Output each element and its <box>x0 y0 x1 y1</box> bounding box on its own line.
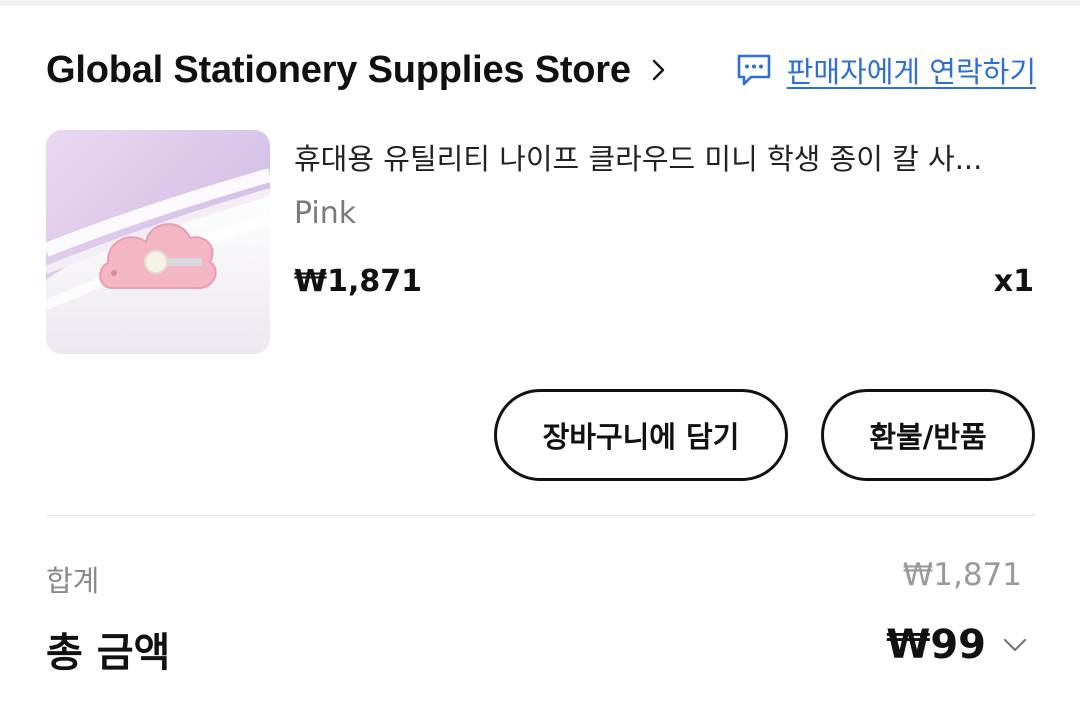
subtotal-label: 합계 <box>46 564 100 598</box>
add-to-cart-button[interactable]: 장바구니에 담기 <box>494 389 788 481</box>
store-header: Global Stationery Supplies Store 판매자에게 연… <box>46 40 1036 100</box>
store-link[interactable]: Global Stationery Supplies Store <box>46 40 671 100</box>
product-thumbnail[interactable] <box>46 130 270 354</box>
contact-seller-link[interactable]: 판매자에게 연락하기 <box>735 40 1036 100</box>
product-price: ₩1,871 <box>294 264 422 299</box>
product-quantity: x1 <box>993 264 1034 299</box>
top-strip <box>0 0 1080 6</box>
product-title[interactable]: 휴대용 유틸리티 나이프 클라우드 미니 학생 종이 칼 사... <box>294 136 1034 178</box>
total-amount-toggle[interactable]: ₩99 <box>886 618 1028 672</box>
product-image <box>46 130 270 354</box>
product-item: 휴대용 유틸리티 나이프 클라우드 미니 학생 종이 칼 사... Pink ₩… <box>46 130 1036 356</box>
chevron-down-icon <box>1003 638 1027 652</box>
contact-seller-label: 판매자에게 연락하기 <box>786 55 1036 89</box>
product-info: 휴대용 유틸리티 나이프 클라우드 미니 학생 종이 칼 사... Pink ₩… <box>294 130 1036 356</box>
subtotal-value: ₩1,871 <box>902 557 1022 593</box>
total-label: 총 금액 <box>46 630 171 676</box>
divider <box>46 515 1036 516</box>
chevron-right-icon <box>652 59 665 81</box>
refund-return-button[interactable]: 환불/반품 <box>821 389 1035 481</box>
chat-icon <box>737 54 770 86</box>
total-value: ₩99 <box>886 622 986 668</box>
product-variant: Pink <box>294 196 357 231</box>
store-name: Global Stationery Supplies Store <box>46 48 631 91</box>
